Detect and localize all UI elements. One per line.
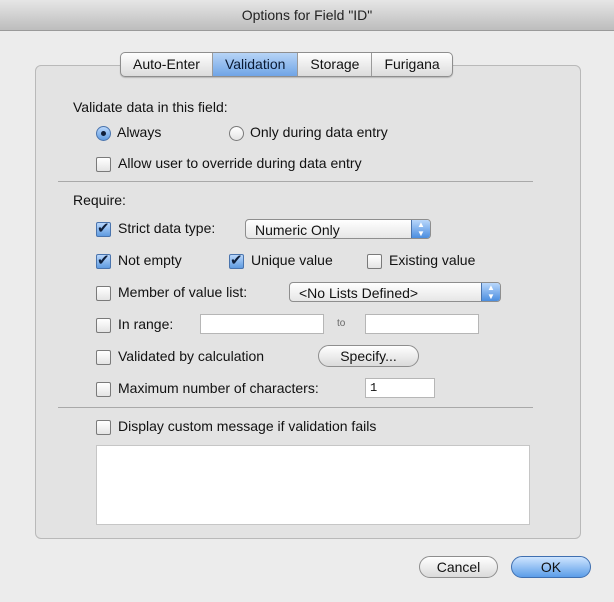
max-chars-field[interactable]: 1 (365, 378, 435, 398)
strict-type-popup[interactable]: Numeric Only ▲ ▼ (245, 219, 431, 239)
not-empty-label[interactable]: Not empty (118, 252, 182, 268)
existing-value-checkbox[interactable] (367, 254, 382, 269)
value-list-popup[interactable]: <No Lists Defined> ▲ ▼ (289, 282, 501, 302)
only-entry-label[interactable]: Only during data entry (250, 124, 388, 140)
tab-storage[interactable]: Storage (298, 53, 373, 76)
cancel-button[interactable]: Cancel (419, 556, 498, 578)
unique-value-label[interactable]: Unique value (251, 252, 333, 268)
max-chars-label[interactable]: Maximum number of characters: (118, 380, 319, 396)
options-dialog: Options for Field "ID" Auto-Enter Valida… (0, 0, 614, 602)
ok-button[interactable]: OK (511, 556, 591, 578)
in-range-checkbox[interactable] (96, 318, 111, 333)
range-to-field[interactable] (365, 314, 479, 334)
value-list-value: <No Lists Defined> (299, 285, 419, 301)
existing-value-label[interactable]: Existing value (389, 252, 475, 268)
in-range-label[interactable]: In range: (118, 316, 173, 332)
tab-auto-enter[interactable]: Auto-Enter (121, 53, 213, 76)
window-title: Options for Field "ID" (0, 0, 614, 31)
require-heading: Require: (73, 192, 126, 208)
calc-label[interactable]: Validated by calculation (118, 348, 264, 364)
specify-button[interactable]: Specify... (318, 345, 419, 367)
tab-furigana[interactable]: Furigana (372, 53, 451, 76)
only-entry-radio[interactable] (229, 126, 244, 141)
custom-message-textarea[interactable] (96, 445, 530, 525)
custom-message-checkbox[interactable] (96, 420, 111, 435)
not-empty-checkbox[interactable] (96, 251, 111, 269)
member-list-label[interactable]: Member of value list: (118, 284, 247, 300)
tab-bar: Auto-Enter Validation Storage Furigana (120, 52, 453, 77)
member-list-checkbox[interactable] (96, 286, 111, 301)
range-from-field[interactable] (200, 314, 324, 334)
strict-type-label[interactable]: Strict data type: (118, 220, 215, 236)
updown-arrows-icon: ▲ ▼ (481, 283, 500, 301)
range-to-label: to (337, 318, 346, 329)
always-radio[interactable] (96, 126, 111, 141)
strict-type-value: Numeric Only (255, 222, 340, 238)
custom-message-label[interactable]: Display custom message if validation fai… (118, 418, 376, 434)
updown-arrows-icon: ▲ ▼ (411, 220, 430, 238)
override-checkbox[interactable] (96, 157, 111, 172)
divider (58, 181, 533, 182)
max-chars-checkbox[interactable] (96, 382, 111, 397)
tab-validation[interactable]: Validation (212, 53, 299, 76)
divider (58, 407, 533, 408)
always-label[interactable]: Always (117, 124, 161, 140)
validate-heading: Validate data in this field: (73, 99, 228, 115)
unique-value-checkbox[interactable] (229, 251, 244, 269)
override-label[interactable]: Allow user to override during data entry (118, 155, 362, 171)
strict-type-checkbox[interactable] (96, 219, 111, 237)
calc-checkbox[interactable] (96, 350, 111, 365)
